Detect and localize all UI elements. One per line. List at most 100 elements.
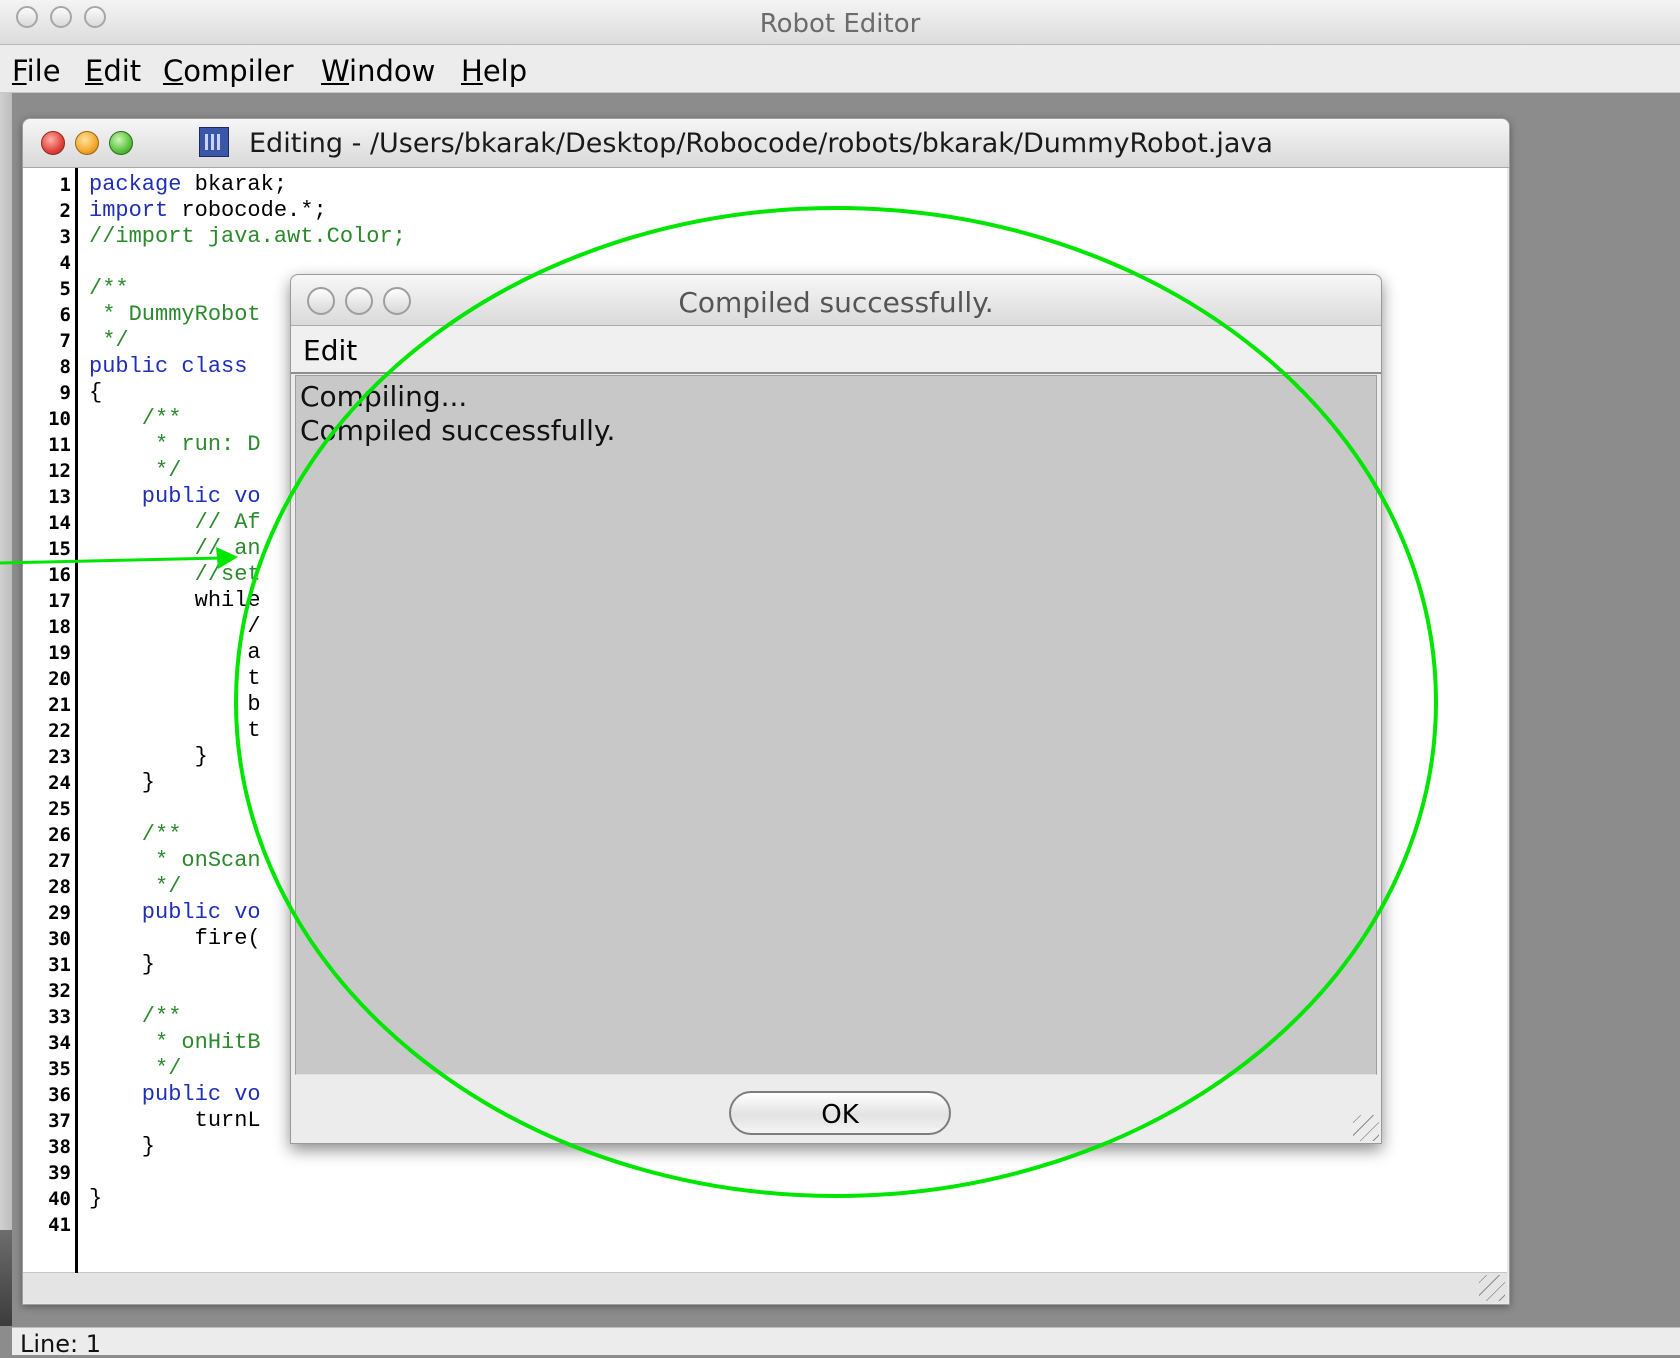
ok-button[interactable]: OK <box>729 1091 951 1135</box>
line-number: 9 <box>59 382 71 404</box>
code-line: } <box>89 952 156 977</box>
code-line: fire( <box>89 926 261 951</box>
code-line: */ <box>89 1056 182 1081</box>
code-line: */ <box>89 328 129 353</box>
app-title: Robot Editor <box>759 9 921 39</box>
line-number: 11 <box>48 434 71 456</box>
dialog-titlebar[interactable]: Compiled successfully. <box>291 275 1381 326</box>
line-number: 38 <box>48 1136 71 1158</box>
line-number: 31 <box>48 954 71 976</box>
line-number: 14 <box>48 512 71 534</box>
code-line: // Af <box>89 510 261 535</box>
code-line: * DummyRobot <box>89 302 261 327</box>
app-titlebar[interactable]: Robot Editor <box>0 0 1680 45</box>
line-number: 21 <box>48 694 71 716</box>
menu-edit-mnemonic: E <box>85 54 104 88</box>
line-number: 18 <box>48 616 71 638</box>
line-number: 23 <box>48 746 71 768</box>
editor-footer <box>23 1273 1507 1303</box>
menubar: File Edit Compiler Window Help <box>0 45 1680 93</box>
line-number: 8 <box>59 356 71 378</box>
line-number: 1 <box>59 174 71 196</box>
line-number: 4 <box>59 252 71 274</box>
compiler-output[interactable]: Compiling... Compiled successfully. <box>295 375 1377 1075</box>
code-line: // an <box>89 536 261 561</box>
line-number: 32 <box>48 980 71 1002</box>
menu-file[interactable]: File <box>12 54 61 88</box>
line-number: 28 <box>48 876 71 898</box>
robot-file-icon <box>199 127 229 157</box>
code-line: turnL <box>89 1108 261 1133</box>
menu-window-label: indow <box>349 54 436 88</box>
line-number: 16 <box>48 564 71 586</box>
code-line: public vo <box>89 1082 261 1107</box>
menu-help[interactable]: Help <box>461 54 527 88</box>
compile-dialog: Compiled successfully. Edit Compiling...… <box>290 274 1382 1144</box>
code-line: a <box>89 640 261 665</box>
menu-compiler-mnemonic: C <box>163 54 184 88</box>
code-line: } <box>89 744 208 769</box>
code-line: * run: D <box>89 432 261 457</box>
code-line: */ <box>89 874 182 899</box>
editor-zoom-button[interactable] <box>109 131 133 155</box>
code-line: /** <box>89 1004 182 1029</box>
code-line: { <box>89 380 103 405</box>
code-line: package bkarak; <box>89 172 288 197</box>
line-number: 5 <box>59 278 71 300</box>
code-line: * onScan <box>89 848 261 873</box>
line-number: 25 <box>48 798 71 820</box>
editor-resize-grip-icon[interactable] <box>1479 1275 1505 1301</box>
code-line: while <box>89 588 261 613</box>
menu-edit-label: dit <box>103 54 142 88</box>
line-number: 13 <box>48 486 71 508</box>
line-number: 35 <box>48 1058 71 1080</box>
dialog-menubar: Edit <box>291 326 1381 374</box>
output-line-success: Compiled successfully. <box>300 414 616 447</box>
code-line: import robocode.*; <box>89 198 327 223</box>
code-line: } <box>89 1134 156 1159</box>
menu-help-label: elp <box>482 54 528 88</box>
line-number: 39 <box>48 1162 71 1184</box>
status-bar: Line: 1 <box>12 1327 1680 1358</box>
line-number: 6 <box>59 304 71 326</box>
line-number: 36 <box>48 1084 71 1106</box>
line-number-gutter: 1 2 3 4 5 6 7 8 9 10 11 12 13 14 15 16 17 18 19 20 21 22 23 24 2… <box>23 168 78 1278</box>
line-number: 10 <box>48 408 71 430</box>
menu-file-label: ile <box>26 54 61 88</box>
dialog-resize-grip-icon[interactable] <box>1353 1115 1379 1141</box>
code-line: */ <box>89 458 182 483</box>
menu-compiler-label: ompiler <box>183 54 294 88</box>
background-window-edge <box>0 93 12 1326</box>
editor-title: Editing - /Users/bkarak/Desktop/Robocode… <box>249 128 1273 159</box>
menu-help-mnemonic: H <box>461 54 483 88</box>
line-number: 3 <box>59 226 71 248</box>
line-number: 15 <box>48 538 71 560</box>
code-line: } <box>89 1186 103 1211</box>
code-line: * onHitB <box>89 1030 261 1055</box>
menu-file-mnemonic: F <box>12 54 27 88</box>
line-number: 30 <box>48 928 71 950</box>
line-number: 29 <box>48 902 71 924</box>
code-line: } <box>89 770 156 795</box>
line-number: 37 <box>48 1110 71 1132</box>
menu-compiler[interactable]: Compiler <box>163 54 294 88</box>
code-line: //import java.awt.Color; <box>89 224 406 249</box>
code-line: /** <box>89 276 129 301</box>
code-line: /** <box>89 822 182 847</box>
code-line: //set <box>89 562 261 587</box>
editor-titlebar[interactable]: Editing - /Users/bkarak/Desktop/Robocode… <box>23 119 1509 168</box>
code-line: / <box>89 614 261 639</box>
line-number: 12 <box>48 460 71 482</box>
dialog-menu-edit[interactable]: Edit <box>303 334 357 367</box>
editor-minimize-button[interactable] <box>75 131 99 155</box>
line-number: 27 <box>48 850 71 872</box>
menu-edit[interactable]: Edit <box>85 54 141 88</box>
menu-window[interactable]: Window <box>321 54 435 88</box>
line-number: 33 <box>48 1006 71 1028</box>
line-number: 34 <box>48 1032 71 1054</box>
editor-close-button[interactable] <box>41 131 65 155</box>
line-number: 22 <box>48 720 71 742</box>
line-number: 24 <box>48 772 71 794</box>
code-line: public vo <box>89 900 261 925</box>
line-number: 2 <box>59 200 71 222</box>
